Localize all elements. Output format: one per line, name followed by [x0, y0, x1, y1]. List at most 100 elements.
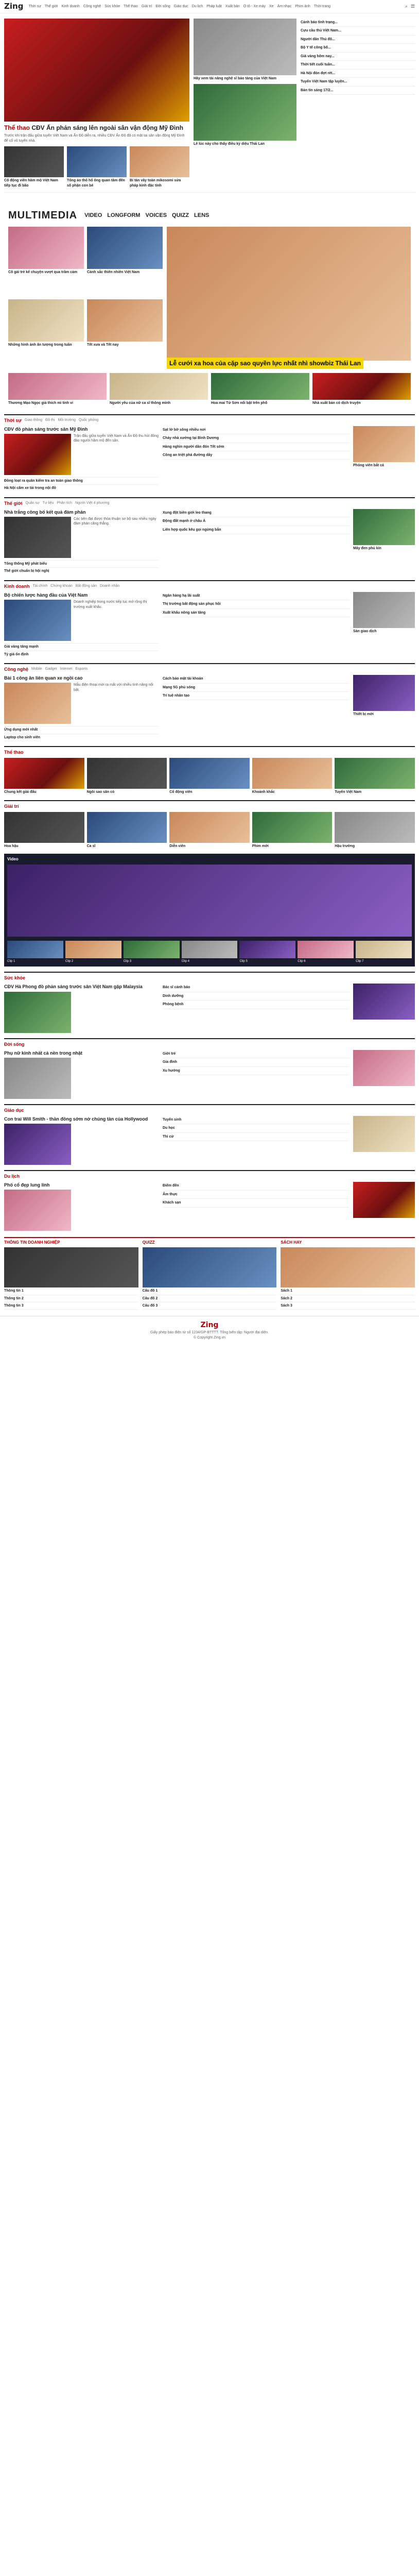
- hero-sub-image[interactable]: [4, 146, 64, 178]
- category-tag[interactable]: Phân tích: [57, 501, 72, 505]
- category-right-image[interactable]: [353, 1049, 415, 1086]
- gallery-item[interactable]: Hậu trường: [335, 811, 415, 849]
- mm-title[interactable]: Cô gái trẻ kể chuyện vượt qua trầm cảm: [8, 270, 84, 275]
- video-item-title[interactable]: Clip 3: [124, 959, 180, 963]
- gallery-image[interactable]: [252, 758, 333, 789]
- category-name[interactable]: Sức khỏe: [4, 975, 25, 981]
- category-mid-item[interactable]: Xu hướng: [163, 1067, 349, 1075]
- category-main-image[interactable]: [4, 433, 71, 475]
- tab-longform[interactable]: LONGFORM: [107, 212, 140, 219]
- category-tag[interactable]: Doanh nhân: [100, 584, 119, 588]
- hero-sub-title[interactable]: Bí tán vây toàn mikosomi sửa pháp kinh đ…: [130, 178, 189, 188]
- category-tag[interactable]: Đô thị: [45, 418, 55, 422]
- bottom-column-image[interactable]: [4, 1247, 138, 1288]
- video-item-title[interactable]: Clip 2: [65, 959, 121, 963]
- mm-big-image[interactable]: [167, 226, 411, 361]
- hero-main-image[interactable]: [4, 19, 189, 122]
- bottom-column-title[interactable]: THÔNG TIN DOANH NGHIỆP: [4, 1240, 138, 1246]
- gallery-item[interactable]: Ca sĩ: [86, 811, 167, 849]
- category-mid-item[interactable]: Động đất mạnh ở châu Á: [163, 517, 349, 526]
- nav-item[interactable]: Âm nhạc: [277, 4, 292, 9]
- category-mid-item[interactable]: Ẩm thực: [163, 1191, 349, 1199]
- category-mid-item[interactable]: Giới trẻ: [163, 1050, 349, 1059]
- mm-bottom-title[interactable]: Hoa mai Tứ Sơn nổi bật trên phố: [211, 401, 309, 405]
- bottom-column-item[interactable]: Sách 1: [281, 1287, 415, 1295]
- category-right-image[interactable]: [353, 675, 415, 711]
- gallery-image[interactable]: [4, 758, 84, 789]
- video-item-title[interactable]: Clip 4: [182, 959, 238, 963]
- gallery-item[interactable]: Hoa hậu: [4, 811, 84, 849]
- category-tag[interactable]: Người Việt 4 phương: [75, 501, 109, 505]
- nav-item[interactable]: Thời sự: [28, 4, 41, 9]
- category-mid-item[interactable]: Điểm đến: [163, 1182, 349, 1191]
- category-tag[interactable]: Tài chính: [33, 584, 48, 588]
- side-list-item[interactable]: Tuyển Việt Nam tập luyện...: [301, 78, 415, 87]
- mm-bottom-title[interactable]: Nhà xuất bản có dịch truyện: [312, 401, 411, 405]
- category-name[interactable]: Du lịch: [4, 1173, 20, 1179]
- gallery-item[interactable]: Ngôi sao sân cỏ: [86, 758, 167, 794]
- mm-bottom-image[interactable]: [8, 373, 107, 400]
- side-list-item[interactable]: Bộ Y tế công bố...: [301, 44, 415, 53]
- side-list-item[interactable]: Giá vàng hôm nay...: [301, 53, 415, 61]
- category-mid-item[interactable]: Liên hợp quốc kêu gọi ngừng bắn: [163, 526, 349, 535]
- video-item[interactable]: Clip 1: [7, 939, 63, 963]
- video-item[interactable]: Clip 4: [181, 939, 238, 963]
- bottom-column-image[interactable]: [142, 1247, 277, 1288]
- bottom-column-item[interactable]: Thông tin 3: [4, 1302, 138, 1310]
- hero-col2-image[interactable]: [194, 84, 296, 141]
- nav-item[interactable]: Thể thao: [124, 4, 138, 9]
- category-tag[interactable]: Gadget: [45, 667, 57, 671]
- bottom-column-image[interactable]: [281, 1247, 415, 1288]
- category-mid-item[interactable]: Bác sĩ cảnh báo: [163, 984, 349, 992]
- nav-item[interactable]: Kinh doanh: [62, 4, 80, 9]
- bottom-column-item[interactable]: Thông tin 2: [4, 1295, 138, 1303]
- category-sub-item[interactable]: Ứng dụng mới nhất: [4, 726, 159, 733]
- category-right-image[interactable]: [353, 984, 415, 1020]
- gallery-name[interactable]: Giải trí: [4, 803, 19, 809]
- category-sub-item[interactable]: Giá vàng tăng mạnh: [4, 643, 159, 650]
- category-mid-item[interactable]: Xuất khẩu nông sản tăng: [163, 609, 349, 618]
- nav-item[interactable]: Ô tô - Xe máy: [243, 4, 266, 9]
- hero-sub-image[interactable]: [130, 146, 189, 178]
- gallery-image[interactable]: [169, 758, 250, 789]
- category-main-title[interactable]: Bài 1 công ăn liên quan xe ngồi cao: [4, 675, 159, 681]
- mm-bottom-title[interactable]: Thương Mạo Ngọc giả thích mì tinh vi: [8, 401, 107, 405]
- mm-bottom-image[interactable]: [110, 373, 208, 400]
- category-main-title[interactable]: Bộ chiến lược hàng đầu của Việt Nam: [4, 592, 159, 598]
- video-item-title[interactable]: Clip 7: [356, 959, 412, 963]
- mm-bottom-image[interactable]: [312, 373, 411, 400]
- category-main-image[interactable]: [4, 1124, 71, 1165]
- nav-item[interactable]: Phim ảnh: [295, 4, 310, 9]
- category-main-title[interactable]: CĐV Hà Phong đồ phản sáng trước sân Việt…: [4, 984, 159, 990]
- category-mid-item[interactable]: Phòng bệnh: [163, 1001, 349, 1009]
- category-mid-item[interactable]: Thi cử: [163, 1133, 349, 1142]
- video-item-title[interactable]: Clip 6: [298, 959, 354, 963]
- category-main-image[interactable]: [4, 1057, 71, 1099]
- category-main-title[interactable]: Nhà trắng công bố kết quả đàm phán: [4, 509, 159, 515]
- bottom-column-item[interactable]: Sách 3: [281, 1302, 415, 1310]
- video-thumb[interactable]: [181, 941, 238, 959]
- bottom-column-title[interactable]: SÁCH HAY: [281, 1240, 415, 1246]
- category-mid-item[interactable]: Công an triệt phá đường dây: [163, 451, 349, 460]
- category-mid-item[interactable]: Thị trường bất động sản phục hồi: [163, 600, 349, 609]
- mm-bottom-title[interactable]: Người yêu của nữ ca sĩ thông minh: [110, 401, 208, 405]
- category-main-image[interactable]: [4, 683, 71, 724]
- category-mid-item[interactable]: Tuyển sinh: [163, 1116, 349, 1125]
- category-right-title[interactable]: Phóng viên bắt cá: [353, 463, 415, 468]
- nav-item[interactable]: Thời trang: [314, 4, 330, 9]
- gallery-title[interactable]: Diễn viên: [169, 844, 250, 849]
- category-name[interactable]: Công nghệ: [4, 666, 28, 672]
- category-right-image[interactable]: [353, 426, 415, 462]
- hero-col2-title[interactable]: Hãy xem tài năng nghệ sĩ bảo tàng của Vi…: [194, 76, 296, 81]
- category-mid-item[interactable]: Dinh dưỡng: [163, 992, 349, 1001]
- category-tag[interactable]: Internet: [60, 667, 73, 671]
- category-sub-item[interactable]: Đồng loạt ra quân kiểm tra an toàn giao …: [4, 477, 159, 484]
- category-mid-item[interactable]: Gia đình: [163, 1058, 349, 1067]
- category-right-image[interactable]: [353, 1115, 415, 1152]
- mm-image[interactable]: [87, 226, 163, 269]
- video-item[interactable]: Clip 7: [356, 939, 412, 963]
- category-main-title[interactable]: Con trai Will Smith - thần đồng sớm nở c…: [4, 1116, 159, 1122]
- category-mid-item[interactable]: Cách bảo mật tài khoản: [163, 675, 349, 684]
- bottom-column-item[interactable]: Câu đố 3: [142, 1302, 277, 1310]
- category-tag[interactable]: Giao thông: [25, 418, 42, 422]
